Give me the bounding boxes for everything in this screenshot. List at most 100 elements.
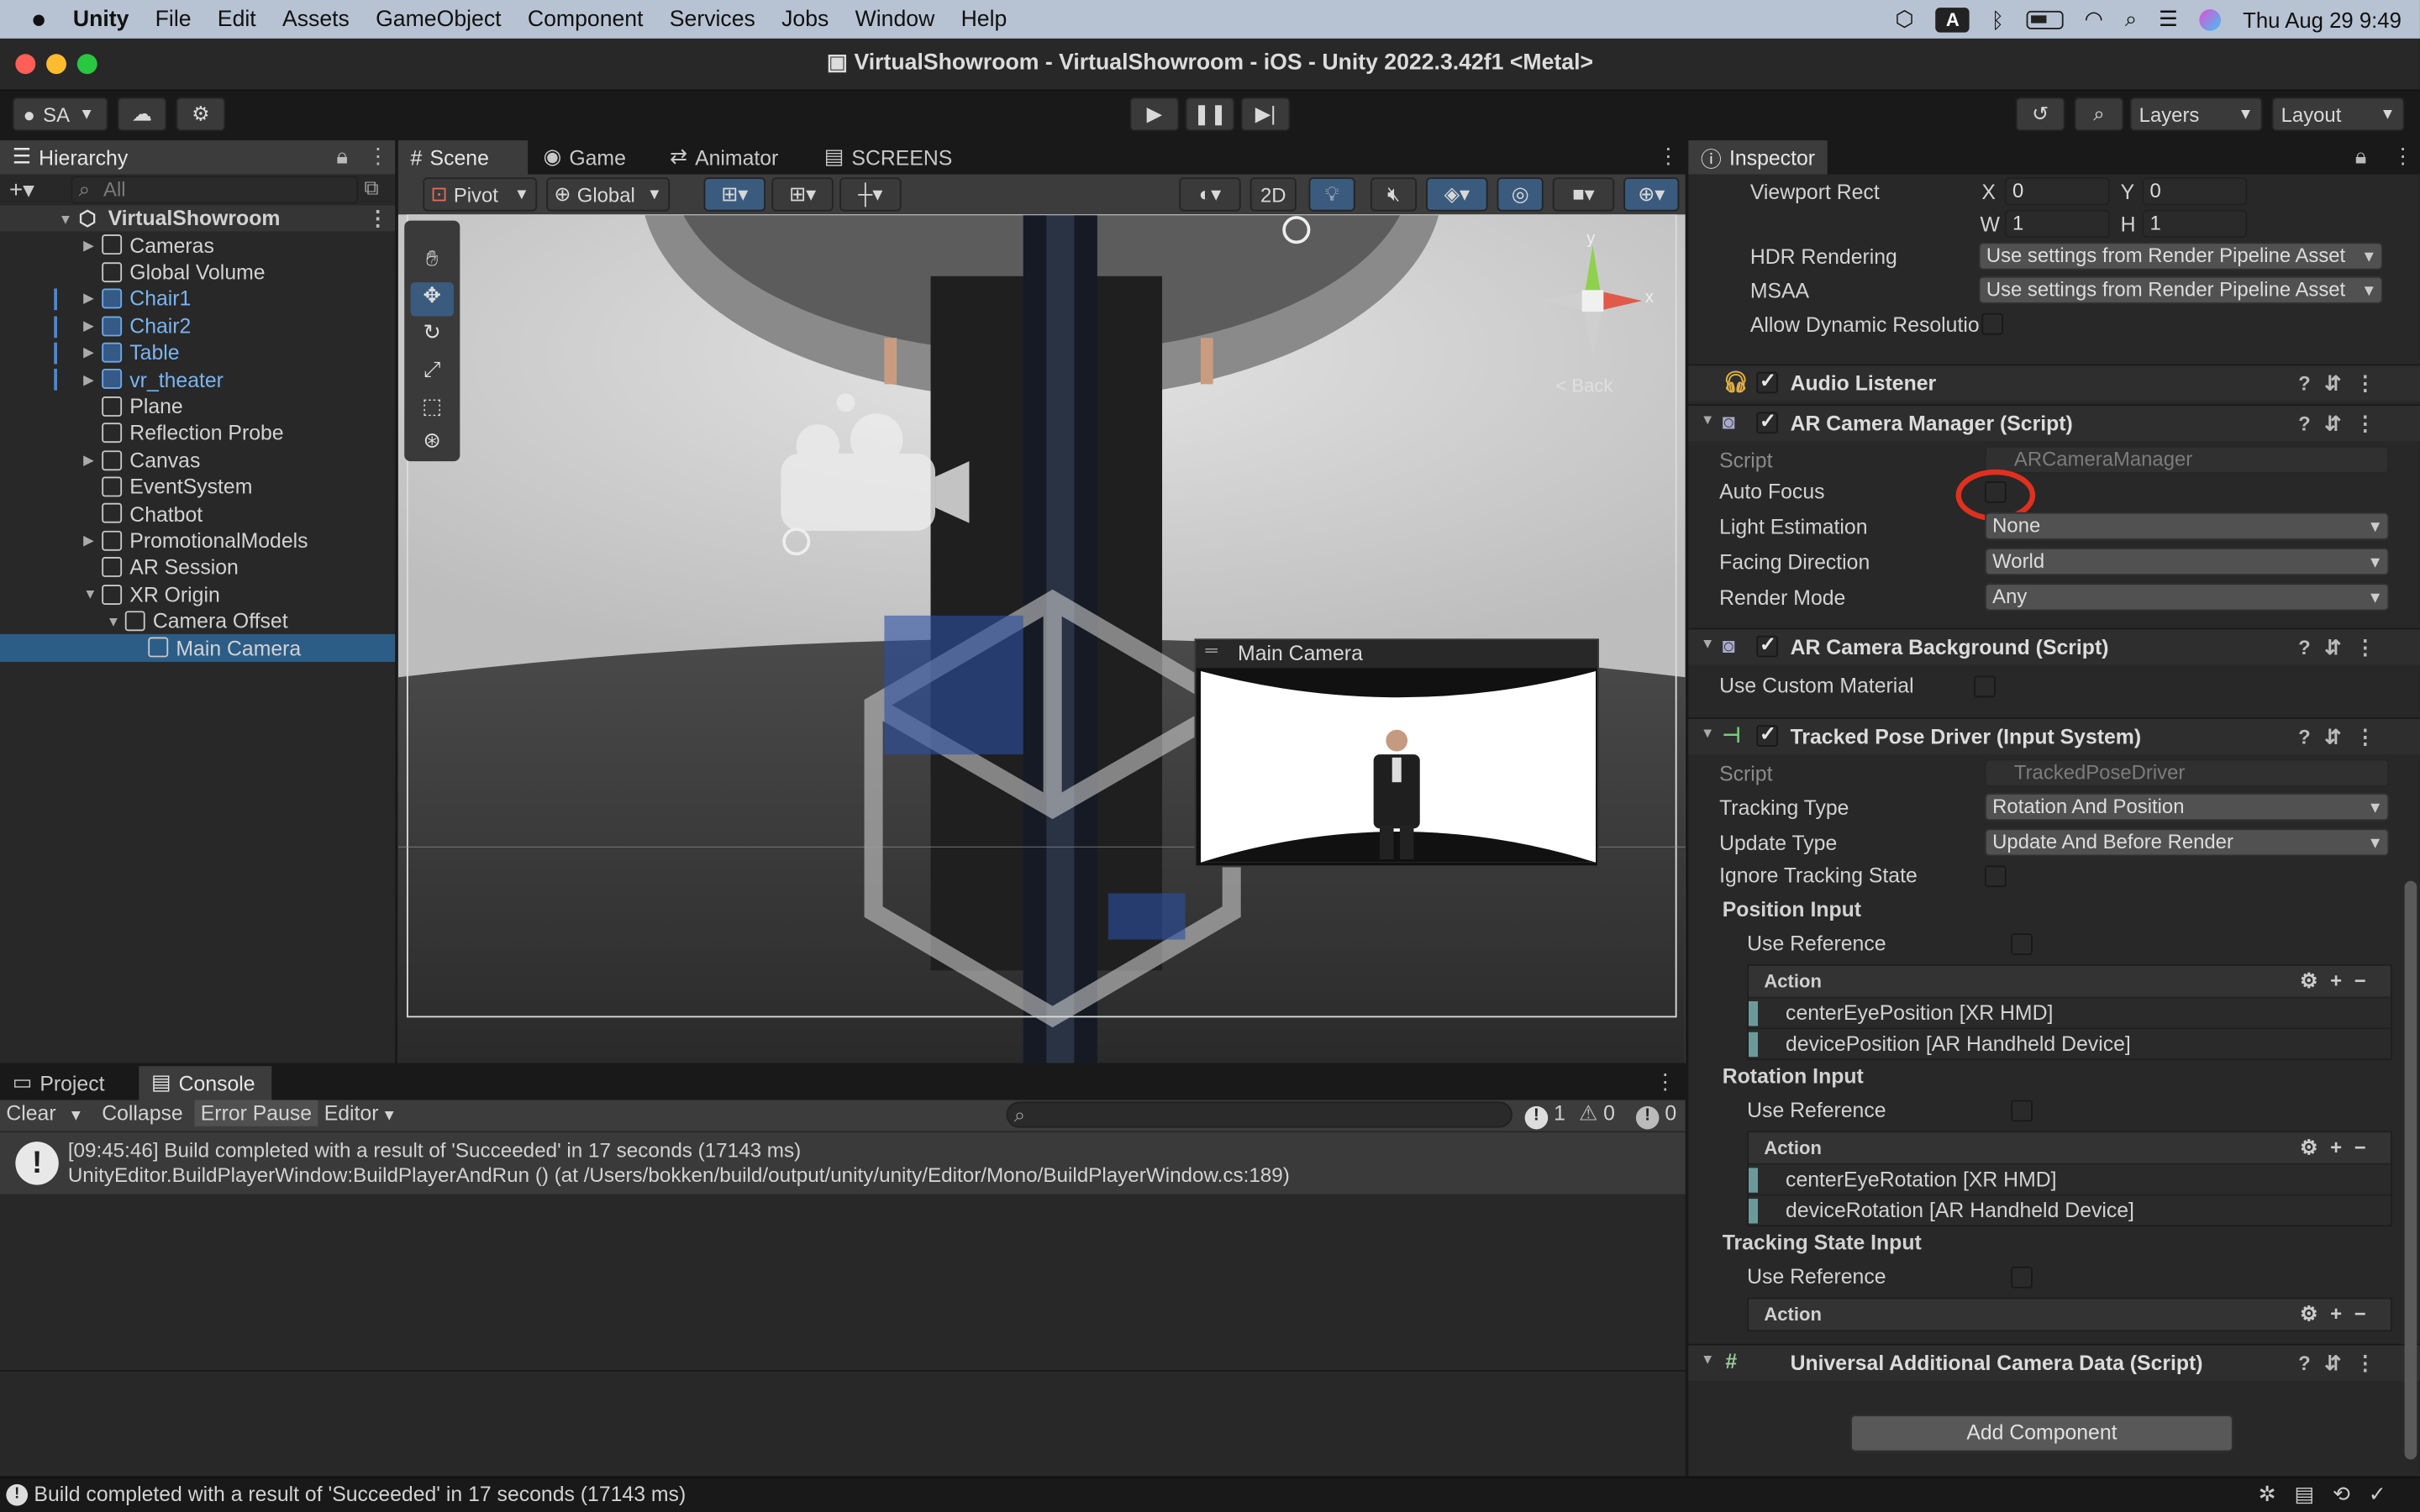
hierarchy-item[interactable]: ▶ vr_theater <box>0 366 395 393</box>
scale-tool[interactable]: ⤢ <box>411 356 454 390</box>
list-item[interactable]: devicePosition [AR Handheld Device] <box>1748 1027 2391 1058</box>
error-pause-toggle[interactable]: Error Pause <box>194 1100 318 1126</box>
audio-listener-header[interactable]: 🎧︎ Audio Listener ?⇵⋮ <box>1688 364 2420 402</box>
rect-tool[interactable]: ⬚ <box>411 393 454 427</box>
camera-settings-dropdown[interactable]: ■▾ <box>1552 177 1615 212</box>
tracked-pose-driver-header[interactable]: ▼ ⊣ Tracked Pose Driver (Input System) ?… <box>1688 717 2420 755</box>
universal-camera-data-header[interactable]: ▼ # Universal Additional Camera Data (Sc… <box>1688 1343 2420 1381</box>
hierarchy-item[interactable]: ▼ XR Origin <box>0 581 395 608</box>
component-actions-icon[interactable]: ?⇵⋮ <box>2298 372 2389 396</box>
custom-material-checkbox[interactable] <box>1974 675 1996 698</box>
ar-camera-background-header[interactable]: ▼ ◙ AR Camera Background (Script) ?⇵⋮ <box>1688 627 2420 665</box>
hierarchy-item[interactable]: Chatbot <box>0 501 395 528</box>
menu-file[interactable]: File <box>142 7 204 31</box>
menu-assets[interactable]: Assets <box>269 7 362 31</box>
expanded-arrow-icon[interactable]: ▼ <box>107 613 120 628</box>
editor-dropdown[interactable]: Editor ▼ <box>324 1101 397 1125</box>
hierarchy-item[interactable]: ▶ Table <box>0 339 395 366</box>
lock-icon[interactable]: 🔒︎ <box>336 144 348 170</box>
action-tools-icon[interactable]: ⚙+− <box>2300 1302 2378 1326</box>
wifi-icon[interactable]: ◠ <box>2085 6 2103 32</box>
add-component-button[interactable]: Add Component <box>1850 1415 2233 1452</box>
hierarchy-item[interactable]: AR Session <box>0 554 395 581</box>
more-options-icon[interactable]: ⋮ <box>367 207 388 231</box>
hierarchy-item[interactable]: ▼ Camera Offset <box>0 608 395 635</box>
clear-dropdown[interactable]: Clear ▼ <box>6 1101 83 1125</box>
siri-icon[interactable] <box>2199 8 2222 30</box>
ar-camera-manager-header[interactable]: ▼ ◙ AR Camera Manager (Script) ?⇵⋮ <box>1688 404 2420 442</box>
audio-listener-enabled-checkbox[interactable] <box>1756 369 1778 394</box>
menu-edit[interactable]: Edit <box>204 7 269 31</box>
list-item[interactable]: deviceRotation [AR Handheld Device] <box>1748 1194 2391 1226</box>
hierarchy-scene-row[interactable]: ▼ ⬡ VirtualShowroom ⋮ <box>0 205 396 233</box>
collapsed-arrow-icon[interactable]: ▶ <box>83 237 94 254</box>
hierarchy-item[interactable]: Global Volume <box>0 259 395 286</box>
hierarchy-item[interactable]: Plane <box>0 393 395 420</box>
more-options-icon[interactable]: ⋮ <box>1658 144 1680 170</box>
dynamic-resolution-checkbox[interactable] <box>1981 312 2004 335</box>
viewport-x-field[interactable]: 0 <box>2004 177 2110 206</box>
ar-camera-manager-enabled-checkbox[interactable] <box>1756 409 1778 434</box>
rotation-use-reference-checkbox[interactable] <box>2011 1100 2033 1122</box>
increment-snap-button[interactable]: ┼▾ <box>839 177 902 212</box>
scene-viewport[interactable]: ✋︎ ✥ ↻ ⤢ ⬚ ⊛ y x < Back ═ Main Camera <box>397 214 1686 1063</box>
light-estimation-dropdown[interactable]: None <box>1984 512 2390 540</box>
collapsed-arrow-icon[interactable]: ▶ <box>83 344 94 361</box>
collapsed-arrow-icon[interactable]: ▶ <box>83 318 94 334</box>
layers-dropdown[interactable]: Layers ▼ <box>2129 97 2263 132</box>
account-dropdown[interactable]: ● SA ▼ <box>12 97 108 132</box>
error-count-toggle[interactable]: ! 0 <box>1635 1101 1676 1130</box>
transform-tool[interactable]: ⊛ <box>411 428 454 461</box>
menu-gameobject[interactable]: GameObject <box>362 7 514 31</box>
hierarchy-item[interactable]: ▶ PromotionalModels <box>0 528 395 554</box>
tab-screens[interactable]: ▤ SCREENS <box>812 140 965 174</box>
gizmos-dropdown[interactable]: ⊕▾ <box>1623 177 1680 212</box>
msaa-dropdown[interactable]: Use settings from Render Pipeline Asset <box>1978 276 2383 304</box>
tab-inspector[interactable]: ⓘ Inspector <box>1688 140 1828 175</box>
position-use-reference-checkbox[interactable] <box>2011 933 2033 955</box>
bluetooth-icon[interactable]: ᛒ <box>1991 7 2004 31</box>
ar-camera-background-enabled-checkbox[interactable] <box>1756 633 1778 658</box>
menu-window[interactable]: Window <box>842 7 948 31</box>
toggle-2d-button[interactable]: 2D <box>1249 177 1297 212</box>
tab-console[interactable]: ▤ Console <box>139 1066 272 1100</box>
more-options-icon[interactable]: ⋮ <box>1655 1069 1676 1095</box>
pause-button[interactable]: ❚❚ <box>1185 97 1235 132</box>
undo-history-button[interactable]: ↺ <box>2015 97 2065 132</box>
collapsed-arrow-icon[interactable]: ▶ <box>83 371 94 388</box>
hierarchy-item[interactable]: Reflection Probe <box>0 420 395 447</box>
list-item[interactable]: centerEyeRotation [XR HMD] <box>1748 1163 2391 1194</box>
progress-icon[interactable]: ✓ <box>2369 1483 2405 1506</box>
input-source-icon[interactable]: A <box>1935 7 1970 32</box>
hierarchy-item[interactable]: Main Camera <box>0 634 396 662</box>
list-item[interactable]: centerEyePosition [XR HMD] <box>1748 996 2391 1028</box>
debug-icon[interactable]: ✲ <box>2259 1483 2295 1506</box>
add-object-button[interactable]: +▾ <box>9 176 34 203</box>
collapsed-arrow-icon[interactable]: ▶ <box>83 452 94 469</box>
component-actions-icon[interactable]: ?⇵⋮ <box>2298 412 2389 436</box>
layout-dropdown[interactable]: Layout ▼ <box>2271 97 2405 132</box>
unity-status-icon[interactable]: ⬡ <box>1895 6 1913 32</box>
orientation-gizmo[interactable]: y x < Back <box>1540 230 1664 400</box>
console-search-input[interactable]: ⌕ <box>1006 1101 1512 1128</box>
cache-server-icon[interactable]: ▤ <box>2294 1483 2332 1506</box>
battery-icon[interactable] <box>2025 9 2063 29</box>
grid-visibility-button[interactable]: ⊞▾ <box>771 177 834 212</box>
move-tool[interactable]: ✥ <box>410 282 454 317</box>
warning-count-toggle[interactable]: ⚠ 0 <box>1579 1101 1615 1126</box>
control-center-icon[interactable]: ☰ <box>2159 6 2178 32</box>
tracking-type-dropdown[interactable]: Rotation And Position <box>1984 793 2390 822</box>
tab-project[interactable]: ▭ Project <box>0 1066 136 1100</box>
hierarchy-item[interactable]: EventSystem <box>0 474 395 501</box>
collapse-toggle[interactable]: Collapse <box>102 1101 182 1125</box>
component-actions-icon[interactable]: ?⇵⋮ <box>2298 725 2389 749</box>
spotlight-search-icon[interactable]: ⌕ <box>2125 6 2137 32</box>
viewport-y-field[interactable]: 0 <box>2142 177 2248 206</box>
component-actions-icon[interactable]: ?⇵⋮ <box>2298 636 2389 660</box>
collab-settings-button[interactable]: ⚙ <box>176 97 226 132</box>
global-dropdown[interactable]: ⊕ Global ▼ <box>546 177 671 212</box>
inspector-scrollbar[interactable] <box>2404 880 2417 1460</box>
menu-component[interactable]: Component <box>514 7 656 31</box>
hierarchy-item[interactable]: ▶ Chair1 <box>0 286 395 312</box>
hierarchy-item[interactable]: ▶ Cameras <box>0 232 395 259</box>
